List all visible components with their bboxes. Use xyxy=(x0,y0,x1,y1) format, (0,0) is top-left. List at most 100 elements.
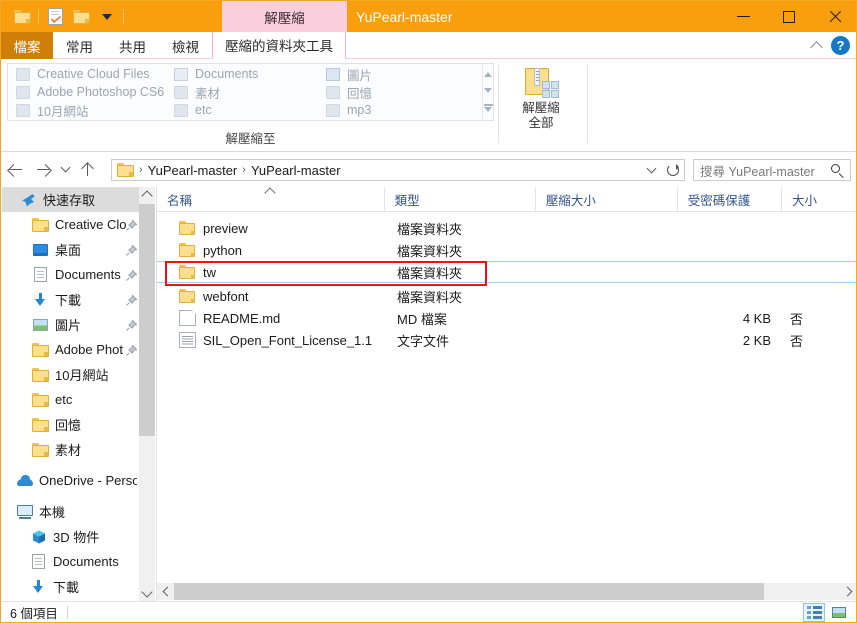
sort-ascending-icon xyxy=(264,186,276,199)
nav-item-this-pc-documents[interactable]: Documents xyxy=(2,549,139,574)
maximize-button[interactable] xyxy=(766,1,812,32)
file-size: 4 KB xyxy=(742,310,771,326)
gallery-item-mp3[interactable]: mp3 xyxy=(322,101,482,119)
file-name: README.md xyxy=(203,310,281,326)
nav-item-label: etc xyxy=(55,392,73,407)
scroll-down-icon[interactable] xyxy=(484,88,492,94)
scroll-up-icon[interactable] xyxy=(141,190,153,202)
gallery-item-etc[interactable]: etc xyxy=(170,101,322,119)
search-icon[interactable] xyxy=(831,163,844,179)
ribbon-group-label-extract-to: 解壓縮至 xyxy=(225,132,276,146)
extract-all-button[interactable]: 解壓縮 全部 xyxy=(505,63,577,147)
gallery-item-october-site[interactable]: 10月網站 xyxy=(12,101,170,119)
details-view-button[interactable] xyxy=(803,603,825,622)
scroll-left-icon[interactable] xyxy=(157,583,174,600)
gallery-item-creative-cloud-files[interactable]: Creative Cloud Files xyxy=(12,65,170,83)
recent-locations-icon[interactable] xyxy=(57,153,73,186)
file-list-horizontal-scrollbar[interactable] xyxy=(157,583,856,600)
gallery-item-adobe-photoshop-cs6[interactable]: Adobe Photoshop CS6 xyxy=(12,83,170,101)
gallery-more-icon[interactable] xyxy=(483,104,493,112)
nav-item-this-pc-downloads[interactable]: 下載 xyxy=(2,574,139,599)
scroll-down-icon[interactable] xyxy=(141,586,153,598)
folder-icon[interactable] xyxy=(68,4,94,30)
pc-icon xyxy=(16,504,33,520)
extract-all-label-line2: 全部 xyxy=(528,116,554,130)
refresh-icon[interactable] xyxy=(662,160,684,180)
properties-icon[interactable] xyxy=(9,4,35,30)
column-header-type[interactable]: 類型 xyxy=(383,186,535,212)
tab-file[interactable]: 檔案 xyxy=(1,32,53,59)
pin-icon[interactable] xyxy=(126,269,138,281)
address-dropdown-icon[interactable] xyxy=(640,160,662,180)
nav-item-3d-objects[interactable]: 3D 物件 xyxy=(2,524,139,549)
nav-item-quick-access[interactable]: 快速存取 xyxy=(2,187,139,212)
gallery-item-pictures[interactable]: 圖片 xyxy=(322,65,482,83)
table-row[interactable]: python 檔案資料夾 xyxy=(157,239,856,261)
nav-item-huiyi[interactable]: 回憶 xyxy=(2,412,139,437)
nav-pane-scrollbar[interactable] xyxy=(139,187,155,601)
contextual-tab-group-label: 解壓縮 xyxy=(222,1,347,32)
nav-item-etc[interactable]: etc xyxy=(2,387,139,412)
pin-icon[interactable] xyxy=(126,319,138,331)
column-header-size[interactable]: 大小 xyxy=(781,186,856,212)
nav-item-onedrive[interactable]: OneDrive - Perso xyxy=(2,468,139,493)
nav-item-desktop[interactable]: 桌面 xyxy=(2,237,139,262)
search-placeholder: 搜尋 YuPearl-master xyxy=(700,164,815,179)
search-box[interactable]: 搜尋 YuPearl-master xyxy=(693,159,851,181)
table-row[interactable]: preview 檔案資料夾 xyxy=(157,217,856,239)
scrollbar-thumb[interactable] xyxy=(139,204,155,436)
back-button[interactable] xyxy=(1,153,29,186)
minimize-button[interactable] xyxy=(720,1,766,32)
help-icon[interactable]: ? xyxy=(831,36,850,55)
breadcrumb-segment-1[interactable]: YuPearl-master xyxy=(148,163,238,178)
status-divider xyxy=(66,606,68,619)
customize-qat-icon[interactable] xyxy=(94,4,120,30)
column-header-password-protected[interactable]: 受密碼保護 xyxy=(676,186,781,212)
scroll-right-icon[interactable] xyxy=(840,583,856,600)
document-icon xyxy=(179,310,196,326)
table-row[interactable]: SIL_Open_Font_License_1.1 文字文件 2 KB 否 xyxy=(157,329,856,351)
scroll-up-icon[interactable] xyxy=(484,72,492,78)
nav-item-this-pc[interactable]: 本機 xyxy=(2,499,139,524)
breadcrumb-segment-2[interactable]: YuPearl-master xyxy=(251,163,341,178)
extract-to-gallery[interactable]: Creative Cloud Files Documents 圖片 Adobe … xyxy=(7,63,494,121)
nav-item-downloads[interactable]: 下載 xyxy=(2,287,139,312)
tab-share[interactable]: 共用 xyxy=(106,32,159,59)
nav-item-adobe-photoshop[interactable]: Adobe Phot xyxy=(2,337,139,362)
up-button[interactable] xyxy=(73,153,101,186)
pin-icon[interactable] xyxy=(126,344,138,356)
table-row[interactable]: webfont 檔案資料夾 xyxy=(157,285,856,307)
nav-item-label: 下載 xyxy=(53,580,80,595)
breadcrumb-bar[interactable]: › YuPearl-master › YuPearl-master xyxy=(111,159,685,181)
nav-item-october-site[interactable]: 10月網站 xyxy=(2,362,139,387)
table-row-selected[interactable]: tw 檔案資料夾 xyxy=(157,261,856,283)
table-row[interactable]: README.md MD 檔案 4 KB 否 xyxy=(157,307,856,329)
nav-item-creative-cloud[interactable]: Creative Clou xyxy=(2,212,139,237)
pin-icon[interactable] xyxy=(126,244,138,256)
gallery-item-huiyi[interactable]: 回憶 xyxy=(322,83,482,101)
file-name: webfont xyxy=(203,288,249,304)
gallery-item-sucai[interactable]: 素材 xyxy=(170,83,322,101)
nav-item-sucai[interactable]: 素材 xyxy=(2,437,139,462)
pin-icon[interactable] xyxy=(126,219,138,231)
column-header-row: 名稱 類型 壓縮大小 受密碼保護 大小 xyxy=(157,186,856,212)
new-folder-icon[interactable] xyxy=(42,4,68,30)
chevron-up-icon[interactable] xyxy=(810,40,823,54)
nav-item-documents[interactable]: Documents xyxy=(2,262,139,287)
large-icons-view-button[interactable] xyxy=(828,603,850,622)
nav-item-pictures[interactable]: 圖片 xyxy=(2,312,139,337)
column-header-compressed-size[interactable]: 壓縮大小 xyxy=(534,186,677,212)
close-button[interactable] xyxy=(812,1,856,32)
column-header-label: 類型 xyxy=(394,193,420,208)
scrollbar-thumb[interactable] xyxy=(174,583,764,600)
tab-compressed-folder-tools[interactable]: 壓縮的資料夾工具 xyxy=(212,32,346,59)
forward-button[interactable] xyxy=(29,153,57,186)
column-header-name[interactable]: 名稱 xyxy=(157,186,384,212)
pin-icon[interactable] xyxy=(126,294,138,306)
tab-view[interactable]: 檢視 xyxy=(159,32,212,59)
tab-home[interactable]: 常用 xyxy=(53,32,106,59)
download-icon xyxy=(30,579,47,595)
breadcrumb-separator: › xyxy=(139,164,143,176)
quick-access-toolbar xyxy=(1,1,127,32)
gallery-item-documents[interactable]: Documents xyxy=(170,65,322,83)
